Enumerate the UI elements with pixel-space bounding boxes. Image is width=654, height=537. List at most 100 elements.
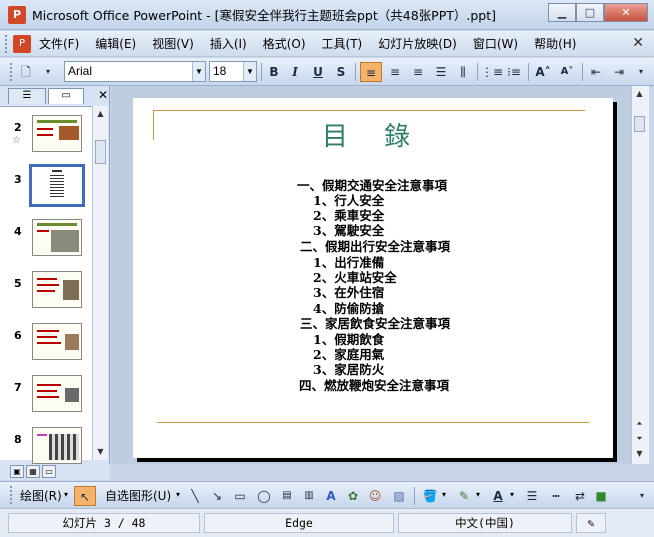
bullets-icon[interactable]: ⁝≡ <box>504 62 524 82</box>
scroll-up-icon[interactable]: ▲ <box>93 106 108 122</box>
shadow-style-icon[interactable]: ■ <box>592 486 610 506</box>
chevron-down-icon[interactable]: ▼ <box>243 62 256 81</box>
vertical-text-icon[interactable]: ⫼ <box>453 62 473 82</box>
menu-view[interactable]: 视图(V) <box>144 35 202 52</box>
separator <box>355 63 356 81</box>
vertical-textbox-icon[interactable]: ▥ <box>300 486 318 506</box>
slide-sorter-icon[interactable]: ▦ <box>26 465 40 478</box>
slide-canvas[interactable]: 目 錄 一、假期交通安全注意事項 1、行人安全 2、乘車安全 3、駕駛安全 二、… <box>133 98 613 458</box>
new-document-icon[interactable]: 🗋 <box>16 62 36 82</box>
bold-button[interactable]: B <box>265 62 283 82</box>
chevron-down-icon[interactable]: ▼ <box>192 62 205 81</box>
document-close-button[interactable]: ✕ <box>632 35 644 51</box>
menu-help[interactable]: 帮助(H) <box>526 35 584 52</box>
thumbnail-scrollbar[interactable]: ▲ ▼ <box>92 106 108 460</box>
scroll-thumb[interactable] <box>95 140 106 164</box>
slide-thumbnail[interactable] <box>32 323 82 360</box>
maximize-button[interactable]: □ <box>576 3 604 22</box>
distribute-icon[interactable]: ☰ <box>431 62 451 82</box>
menu-edit[interactable]: 编辑(E) <box>87 35 144 52</box>
normal-view-icon[interactable]: ▣ <box>10 465 24 478</box>
slide-thumbnail[interactable] <box>32 115 82 152</box>
chevron-down-icon[interactable]: ▾ <box>442 490 446 499</box>
font-size-combo[interactable]: 18 ▼ <box>209 61 257 82</box>
chevron-down-icon[interactable]: ▾ <box>510 490 514 499</box>
slide-thumbnail-selected[interactable] <box>29 164 85 207</box>
autoshapes-button[interactable]: 自选图形(U) <box>105 487 171 504</box>
align-left-icon[interactable]: ≡ <box>360 62 382 82</box>
toolbar-options-icon[interactable]: ▾ <box>636 486 648 506</box>
scroll-down-icon[interactable]: ▼ <box>93 444 108 460</box>
tab-outline[interactable]: ☰ <box>8 88 46 104</box>
scroll-down-icon[interactable]: ▼ <box>632 446 647 462</box>
clipart-icon[interactable]: ☺ <box>366 486 384 506</box>
slide-thumb-row[interactable]: 3 <box>0 164 92 215</box>
previous-slide-icon[interactable]: ⏶ <box>632 416 647 432</box>
scroll-up-icon[interactable]: ▲ <box>632 86 647 102</box>
dash-style-icon[interactable]: ┅ <box>546 486 566 506</box>
menu-slideshow[interactable]: 幻灯片放映(D) <box>370 35 465 52</box>
close-button[interactable]: ✕ <box>604 3 648 22</box>
fill-color-icon[interactable]: 🪣 <box>420 486 440 506</box>
numbering-icon[interactable]: ⋮≡ <box>481 62 503 82</box>
line-icon[interactable]: ╲ <box>186 486 204 506</box>
rectangle-icon[interactable]: ▭ <box>230 486 250 506</box>
arrow-icon[interactable]: ↘ <box>208 486 226 506</box>
increase-font-icon[interactable]: A˄ <box>532 62 554 82</box>
italic-button[interactable]: I <box>286 62 304 82</box>
slide-title[interactable]: 目 錄 <box>133 116 613 153</box>
menu-file[interactable]: 文件(F) <box>31 35 87 52</box>
slide-thumb-row[interactable]: 6 <box>0 323 92 371</box>
toolbar-grip[interactable] <box>10 63 14 81</box>
toolbar-grip[interactable] <box>5 34 9 53</box>
language-indicator: 中文(中国) <box>398 513 572 533</box>
align-center-icon[interactable]: ≡ <box>385 62 405 82</box>
underline-button[interactable]: U <box>309 62 327 82</box>
shadow-button[interactable]: S <box>332 62 350 82</box>
decrease-font-icon[interactable]: A˅ <box>556 62 578 82</box>
spelling-icon[interactable]: ✎ <box>576 513 606 533</box>
next-slide-icon[interactable]: ⏷ <box>632 431 647 447</box>
minimize-button[interactable]: ▁ <box>548 3 576 22</box>
line-style-icon[interactable]: ☰ <box>522 486 542 506</box>
scroll-thumb[interactable] <box>634 116 645 132</box>
tab-slides[interactable]: ▭ <box>48 88 84 104</box>
chevron-down-icon[interactable]: ▾ <box>476 490 480 499</box>
slide-thumb-row[interactable]: 4 <box>0 219 92 267</box>
font-color-icon[interactable]: A <box>488 486 508 506</box>
slide-thumb-row[interactable]: 2 ☆ <box>0 115 92 163</box>
pane-close-button[interactable]: ✕ <box>98 88 108 102</box>
chevron-down-icon[interactable]: ▾ <box>176 490 180 499</box>
diagram-icon[interactable]: ✿ <box>344 486 362 506</box>
slide-thumbnail[interactable] <box>32 271 82 308</box>
menu-format[interactable]: 格式(O) <box>255 35 314 52</box>
align-right-icon[interactable]: ≡ <box>408 62 428 82</box>
font-name-combo[interactable]: Arial ▼ <box>64 61 206 82</box>
slide-thumb-row[interactable]: 5 <box>0 271 92 319</box>
menu-tools[interactable]: 工具(T) <box>314 35 371 52</box>
slide-thumbnail[interactable] <box>32 219 82 256</box>
slide-scrollbar[interactable]: ▲ ⏶ ⏷ ▼ <box>631 86 649 464</box>
decrease-indent-icon[interactable]: ⇤ <box>586 62 606 82</box>
draw-menu-button[interactable]: 绘图(R) <box>20 487 62 504</box>
toolbar-grip[interactable] <box>10 486 14 504</box>
menu-insert[interactable]: 插入(I) <box>202 35 255 52</box>
line-color-icon[interactable]: ✎ <box>454 486 474 506</box>
textbox-icon[interactable]: ▤ <box>278 486 296 506</box>
menu-window[interactable]: 窗口(W) <box>465 35 526 52</box>
picture-icon[interactable]: ▨ <box>390 486 408 506</box>
increase-indent-icon[interactable]: ⇥ <box>609 62 629 82</box>
powerpoint-icon[interactable]: P <box>8 5 26 24</box>
select-pointer-icon[interactable]: ↖ <box>74 486 96 506</box>
slide-thumb-row[interactable]: 7 <box>0 375 92 423</box>
arrow-style-icon[interactable]: ⇄ <box>570 486 590 506</box>
chevron-down-icon[interactable]: ▾ <box>64 490 68 499</box>
slide-thumbnail[interactable] <box>32 427 82 464</box>
slideshow-icon[interactable]: ▭ <box>42 465 56 478</box>
wordart-icon[interactable]: A <box>322 486 340 506</box>
toolbar-options-icon[interactable]: ▾ <box>42 62 54 82</box>
oval-icon[interactable]: ◯ <box>254 486 274 506</box>
toolbar-options-icon[interactable]: ▾ <box>634 62 648 82</box>
document-icon[interactable]: P <box>13 34 31 53</box>
slide-thumbnail[interactable] <box>32 375 82 412</box>
